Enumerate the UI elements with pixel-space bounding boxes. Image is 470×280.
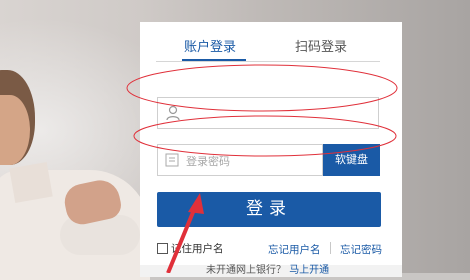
login-button[interactable]: 登录 xyxy=(157,192,381,227)
username-input[interactable] xyxy=(188,101,377,127)
tab-qr-login[interactable]: 扫码登录 xyxy=(295,36,347,55)
tabs-divider xyxy=(156,61,380,62)
person-collar xyxy=(9,161,53,204)
password-field[interactable] xyxy=(157,144,323,176)
footer-text: 未开通网上银行？ xyxy=(206,265,286,276)
link-separator xyxy=(330,242,331,254)
user-icon xyxy=(166,105,180,121)
forgot-username-link[interactable]: 忘记用户名 xyxy=(268,242,321,257)
login-panel: 账户登录 扫码登录 软键盘 登录 记住用户名 忘记用户名 忘记密码 未开通网上银… xyxy=(140,22,402,277)
username-field[interactable] xyxy=(157,97,379,129)
remember-username[interactable]: 记住用户名 xyxy=(157,241,224,256)
soft-keyboard-button[interactable]: 软键盘 xyxy=(323,144,380,176)
lock-icon xyxy=(165,153,179,167)
open-account-link[interactable]: 马上开通 xyxy=(289,265,329,276)
tab-account-login[interactable]: 账户登录 xyxy=(184,36,236,55)
login-tabs: 账户登录 扫码登录 xyxy=(140,22,402,62)
remember-checkbox[interactable] xyxy=(157,243,168,254)
forgot-password-link[interactable]: 忘记密码 xyxy=(340,242,382,257)
password-input[interactable] xyxy=(184,149,320,173)
remember-label: 记住用户名 xyxy=(171,243,224,255)
footer-prompt: 未开通网上银行？ 马上开通 xyxy=(206,265,329,277)
